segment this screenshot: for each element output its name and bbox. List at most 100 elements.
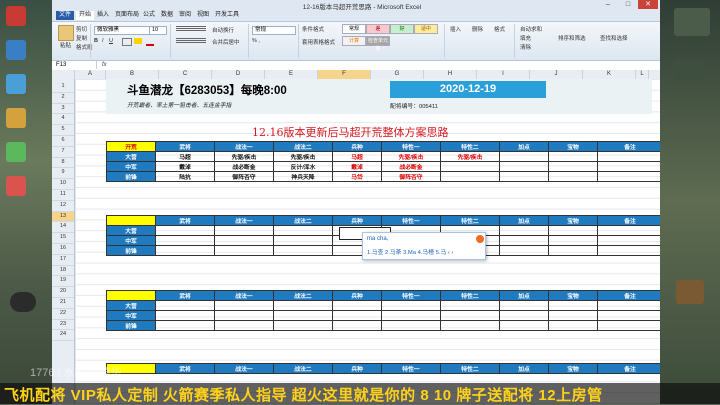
game-shortcut-icon[interactable] [674,60,704,80]
row-header-3[interactable]: 3 [52,104,74,115]
row-header-9[interactable]: 9 [52,168,74,180]
table-cell[interactable] [332,300,382,311]
table-cell[interactable] [597,235,660,246]
sort-filter-button[interactable]: 排序和筛选 [558,34,586,42]
table-cell[interactable] [440,300,500,311]
table-cell[interactable] [440,161,500,172]
row-header-1[interactable]: 1 [52,82,74,93]
column-header-a[interactable]: A [75,70,106,79]
table-cell[interactable] [548,151,598,162]
table-cell[interactable] [440,171,500,182]
table-cell[interactable]: 马超 [332,151,382,162]
table-cell[interactable] [548,161,598,172]
autosum-button[interactable]: 自动求和 [520,25,542,33]
table-cell[interactable] [597,300,660,311]
table-cell[interactable] [499,320,549,331]
tab-insert[interactable]: 插入 [94,11,112,20]
table-cell[interactable]: 前锋 [106,320,156,331]
table-cell[interactable] [273,225,333,236]
percent-icon[interactable]: % , [252,38,260,44]
table-cell[interactable]: 大营 [106,151,156,162]
table-cell[interactable] [332,320,382,331]
column-header-b[interactable]: B [106,70,159,79]
table-cell[interactable] [548,300,598,311]
font-name-select[interactable]: 微软雅黑 [94,26,150,35]
table-cell[interactable] [155,245,215,256]
table-cell[interactable]: 大营 [106,300,156,311]
game-shortcut-icon[interactable] [676,280,704,304]
app-shortcut-icon[interactable] [6,40,26,60]
minimize-button[interactable]: – [598,0,618,9]
column-header-d[interactable]: D [212,70,265,79]
table-cell[interactable] [440,320,500,331]
tab-formulas[interactable]: 公式 [140,11,158,20]
table-cell[interactable] [155,310,215,321]
table-cell[interactable] [499,151,549,162]
tab-review[interactable]: 审阅 [176,11,194,20]
row-header-14[interactable]: 14 [52,222,74,234]
table-cell[interactable] [155,320,215,331]
style-bad[interactable]: 差 [366,24,390,34]
table-cell[interactable]: 中军 [106,310,156,321]
table-cell[interactable] [381,300,441,311]
table-cell[interactable]: 先驱/疾击 [214,151,274,162]
table-cell[interactable] [597,320,660,331]
align-center-icon[interactable] [176,38,206,44]
table-cell[interactable] [548,310,598,321]
column-header-c[interactable]: C [159,70,212,79]
insert-cells-button[interactable]: 插入 [450,25,461,33]
column-header-l[interactable]: L [636,70,649,79]
table-cell[interactable] [273,245,333,256]
table-cell[interactable] [548,320,598,331]
column-header-j[interactable]: J [530,70,583,79]
game-shortcut-icon[interactable] [674,8,710,36]
row-header-21[interactable]: 21 [52,298,74,309]
table-cell[interactable] [597,310,660,321]
border-icon[interactable] [122,38,132,46]
fx-icon[interactable]: fx [102,61,107,69]
table-cell[interactable]: 马超 [155,151,215,162]
tab-data[interactable]: 数据 [158,11,176,20]
table-cell[interactable] [597,225,660,236]
row-header-8[interactable]: 8 [52,158,74,169]
row-header-16[interactable]: 16 [52,244,74,255]
table-cell[interactable]: 御阵否守 [214,171,274,182]
style-calc[interactable]: 计算 [342,36,366,46]
table-cell[interactable] [499,310,549,321]
font-color-icon[interactable] [146,38,154,46]
table-cell[interactable] [499,161,549,172]
wrap-text-button[interactable]: 自动换行 [212,26,234,34]
select-all-corner[interactable] [52,70,75,79]
clear-button[interactable]: 清除 [520,43,531,51]
font-size-select[interactable]: 10 [149,26,167,35]
table-cell[interactable]: 先驱/疾击 [440,151,500,162]
app-shortcut-icon[interactable] [6,6,26,26]
style-good[interactable]: 好 [390,24,414,34]
table-cell[interactable]: 先驱/疾击 [381,151,441,162]
app-shortcut-icon[interactable] [6,142,26,162]
app-shortcut-icon[interactable] [6,74,26,94]
table-cell[interactable] [548,171,598,182]
row-header-15[interactable]: 15 [52,233,74,244]
table-cell[interactable] [273,300,333,311]
table-cell[interactable] [214,320,274,331]
paste-button[interactable]: 粘贴 [60,41,71,49]
table-cell[interactable] [273,235,333,246]
style-neutral[interactable]: 适中 [414,24,438,34]
tab-developer[interactable]: 开发工具 [212,11,242,20]
table-cell[interactable]: 御阵否守 [381,171,441,182]
table-cell[interactable] [155,225,215,236]
table-cell[interactable] [273,320,333,331]
row-header-10[interactable]: 10 [52,179,74,190]
table-cell[interactable]: 马岱 [332,171,382,182]
app-shortcut-icon[interactable] [6,108,26,128]
row-header-7[interactable]: 7 [52,147,74,158]
table-cell[interactable] [499,235,549,246]
table-cell[interactable] [273,310,333,321]
table-cell[interactable] [214,235,274,246]
table-cell[interactable] [548,225,598,236]
number-format-select[interactable]: 常规 [252,26,296,35]
table-cell[interactable] [597,161,660,172]
tab-file[interactable]: 文件 [56,11,75,20]
table-cell[interactable] [499,225,549,236]
